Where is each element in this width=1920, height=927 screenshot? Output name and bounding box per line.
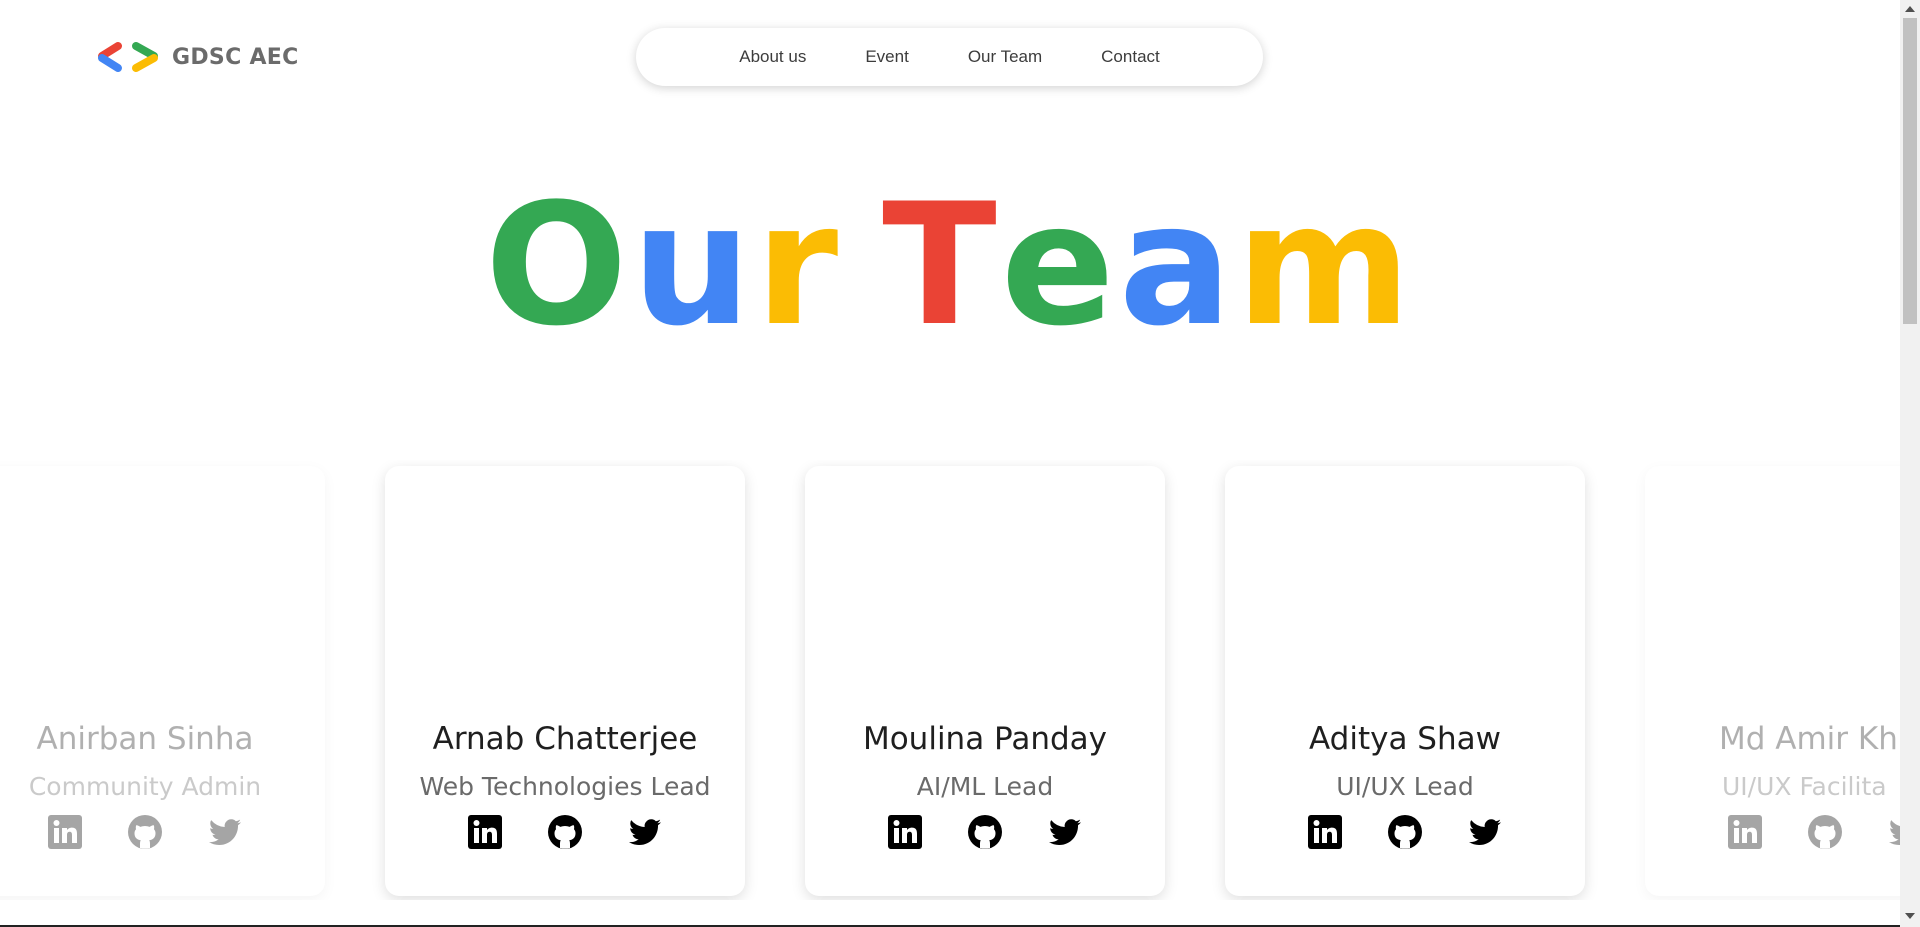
member-role: UI/UX Lead [1336,772,1474,801]
social-links [385,814,745,850]
member-role: UI/UX Facilita [1722,772,1887,801]
github-icon[interactable] [1387,814,1423,850]
top-navbar: About us Event Our Team Contact [636,28,1263,86]
linkedin-icon[interactable] [887,814,923,850]
title-letter: u [631,167,756,363]
social-links [1225,814,1585,850]
github-icon[interactable] [127,814,163,850]
github-icon[interactable] [1807,814,1843,850]
title-letter: r [755,167,843,363]
twitter-icon[interactable] [207,814,243,850]
member-name: Aditya Shaw [1309,721,1501,757]
member-name: Md Amir Kh [1719,721,1898,757]
title-letter: O [484,167,632,363]
title-letter: m [1236,167,1416,363]
team-card[interactable]: Arnab Chatterjee Web Technologies Lead [385,466,745,896]
page-title: Our Team [0,170,1900,360]
team-card[interactable]: Md Amir Kh UI/UX Facilita [1645,466,1900,896]
github-icon[interactable] [547,814,583,850]
github-icon[interactable] [967,814,1003,850]
member-role: Community Admin [28,772,262,801]
member-name: Moulina Panday [862,721,1108,757]
nav-our-team[interactable]: Our Team [968,47,1042,67]
nav-about-us[interactable]: About us [739,47,806,67]
scrollbar-thumb[interactable] [1903,18,1917,324]
twitter-icon[interactable] [1467,814,1503,850]
social-links [0,814,325,850]
member-photo [805,466,1165,714]
linkedin-icon[interactable] [1727,814,1763,850]
member-photo [0,466,325,714]
linkedin-icon[interactable] [467,814,503,850]
member-name: Arnab Chatterjee [432,721,698,757]
team-carousel[interactable]: Anirban Sinha Community Admin Arnab Chat… [0,460,1900,900]
member-name: Anirban Sinha [36,721,254,757]
team-card[interactable]: Anirban Sinha Community Admin [0,466,325,896]
twitter-icon[interactable] [1047,814,1083,850]
title-letter: a [1118,167,1237,363]
social-links [1645,814,1900,850]
twitter-icon[interactable] [627,814,663,850]
team-card[interactable]: Moulina Panday AI/ML Lead [805,466,1165,896]
team-card[interactable]: Aditya Shaw UI/UX Lead [1225,466,1585,896]
nav-event[interactable]: Event [865,47,908,67]
gdsc-logo-icon [98,42,158,72]
title-letter: e [1000,167,1119,363]
linkedin-icon[interactable] [1307,814,1343,850]
vertical-scrollbar[interactable] [1900,0,1920,927]
brand-name: GDSC AEC [172,44,299,70]
member-role: AI/ML Lead [916,772,1054,801]
member-role: Web Technologies Lead [419,772,711,801]
scroll-up-icon[interactable] [1905,6,1915,12]
scroll-down-icon[interactable] [1905,913,1915,919]
member-photo [1225,466,1585,714]
member-photo [1645,466,1900,714]
linkedin-icon[interactable] [47,814,83,850]
title-letter: T [882,167,1001,363]
social-links [805,814,1165,850]
twitter-icon[interactable] [1887,814,1900,850]
brand-logo[interactable]: GDSC AEC [96,40,299,74]
nav-contact[interactable]: Contact [1101,47,1160,67]
member-photo [385,466,745,714]
